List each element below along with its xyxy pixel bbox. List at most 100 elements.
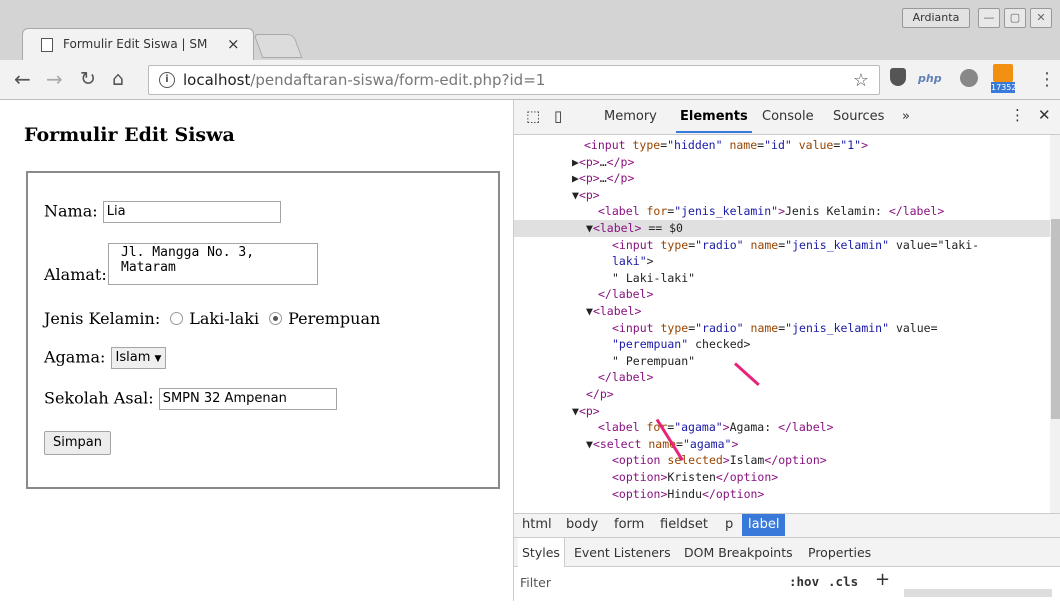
sekolah-row: Sekolah Asal: SMPN 32 Ampenan — [44, 388, 337, 410]
dom-line[interactable]: <label for="jenis_kelamin">Jenis Kelamin… — [514, 203, 1050, 220]
dom-line[interactable]: ▼<label> == $0 — [514, 220, 1050, 237]
crumb-form[interactable]: form — [614, 517, 644, 532]
simpan-button[interactable]: Simpan — [44, 431, 111, 455]
page-viewport: Formulir Edit Siswa Nama: Lia Alamat: Jl… — [10, 100, 513, 601]
dom-line[interactable]: ▼<label> — [514, 303, 1050, 320]
dom-line[interactable]: ▼<p> — [514, 403, 1050, 420]
window-titlebar: Formulir Edit Siswa | SM × Ardianta — ▢ … — [0, 0, 1060, 61]
maximize-icon[interactable]: ▢ — [1004, 8, 1026, 28]
subtab-properties[interactable]: Properties — [808, 545, 871, 560]
device-toolbar-icon[interactable]: ▯ — [554, 107, 562, 125]
dom-line[interactable]: <label for="agama">Agama: </label> — [514, 419, 1050, 436]
subtab-dom-breakpoints[interactable]: DOM Breakpoints — [684, 545, 793, 560]
forward-icon[interactable]: → — [46, 68, 63, 90]
php-extension-icon[interactable]: php — [918, 72, 942, 85]
dom-line[interactable]: " Laki-laki" — [514, 270, 1050, 287]
breadcrumb: html body form fieldset p label — [514, 513, 1060, 537]
jenis-kelamin-row: Jenis Kelamin: Laki-laki Perempuan — [44, 309, 380, 328]
tab-elements[interactable]: Elements — [676, 109, 752, 133]
back-icon[interactable]: ← — [14, 68, 31, 90]
filter-input[interactable]: Filter — [520, 575, 551, 590]
profile-button[interactable]: Ardianta — [902, 8, 970, 28]
dom-line[interactable]: </label> — [514, 286, 1050, 303]
tab-console[interactable]: Console — [762, 109, 814, 124]
laki-laki-label: Laki-laki — [189, 309, 260, 328]
cls-toggle[interactable]: .cls — [828, 574, 858, 589]
crumb-body[interactable]: body — [566, 517, 598, 532]
url-text[interactable]: localhost/pendaftaran-siswa/form-edit.ph… — [183, 71, 545, 89]
crumb-p[interactable]: p — [725, 517, 733, 532]
close-tab-icon[interactable]: × — [227, 34, 240, 54]
crumb-label[interactable]: label — [742, 514, 786, 536]
inspect-element-icon[interactable]: ⬚ — [526, 107, 540, 125]
url-host: localhost — [183, 71, 251, 89]
dropdown-arrow-icon: ▼ — [154, 354, 162, 364]
nama-row: Nama: Lia — [44, 201, 281, 223]
horizontal-scrollbar[interactable] — [904, 589, 1052, 597]
dom-line[interactable]: <input type="hidden" name="id" value="1"… — [514, 137, 1050, 154]
perempuan-label: Perempuan — [288, 309, 381, 328]
submit-row: Simpan — [44, 431, 111, 455]
radio-perempuan[interactable] — [269, 312, 283, 325]
scrollbar-thumb[interactable] — [1051, 219, 1060, 419]
alamat-textarea[interactable]: Jl. Mangga No. 3, Mataram — [108, 243, 318, 285]
sekolah-input[interactable]: SMPN 32 Ampenan — [158, 388, 337, 410]
nama-input[interactable]: Lia — [102, 201, 281, 223]
dom-line[interactable]: ▶<p>…</p> — [514, 154, 1050, 171]
agama-row: Agama: Islam ▼ — [44, 347, 167, 369]
new-tab-button[interactable] — [253, 34, 303, 58]
dom-line[interactable]: laki"> — [514, 253, 1050, 270]
address-bar[interactable]: i localhost/pendaftaran-siswa/form-edit.… — [148, 65, 880, 95]
dom-line[interactable]: <input type="radio" name="jenis_kelamin"… — [514, 237, 1050, 254]
agama-selected-value: Islam — [115, 350, 151, 365]
extension-icon[interactable] — [960, 69, 978, 87]
crumb-fieldset[interactable]: fieldset — [660, 517, 708, 532]
tab-memory[interactable]: Memory — [604, 109, 657, 124]
devtools-menu-icon[interactable]: ⋮ — [1010, 106, 1025, 124]
url-path: /pendaftaran-siswa/form-edit.php?id=1 — [250, 71, 546, 89]
dom-line[interactable]: ▼<select name="agama"> — [514, 436, 1050, 453]
sekolah-label: Sekolah Asal: — [44, 388, 154, 408]
tab-sources[interactable]: Sources — [833, 109, 884, 124]
agama-label: Agama: — [44, 347, 106, 367]
devtools-tabbar: ⬚ ▯ Memory Elements Console Sources » ⋮ … — [514, 100, 1060, 135]
dom-line[interactable]: "perempuan" checked> — [514, 336, 1050, 353]
devtools-panel: ⬚ ▯ Memory Elements Console Sources » ⋮ … — [513, 100, 1060, 601]
browser-tab[interactable]: Formulir Edit Siswa | SM × — [22, 28, 254, 61]
rss-icon[interactable]: 17352 — [991, 64, 1017, 94]
form-fieldset: Nama: Lia Alamat: Jl. Mangga No. 3, Mata… — [26, 171, 500, 489]
minimize-icon[interactable]: — — [978, 8, 1000, 28]
dom-line[interactable]: </p> — [514, 386, 1050, 403]
home-icon[interactable]: ⌂ — [112, 68, 124, 90]
page-icon — [41, 38, 53, 52]
dom-line[interactable]: </label> — [514, 369, 1050, 386]
close-window-icon[interactable]: ✕ — [1030, 8, 1052, 28]
dom-line[interactable]: " Perempuan" — [514, 353, 1050, 370]
more-tabs-button[interactable]: » — [902, 109, 910, 124]
subtab-event-listeners[interactable]: Event Listeners — [574, 545, 671, 560]
browser-toolbar: ← → ↻ ⌂ i localhost/pendaftaran-siswa/fo… — [0, 60, 1060, 100]
add-style-rule-icon[interactable]: + — [875, 569, 890, 590]
subtab-styles[interactable]: Styles — [518, 538, 565, 568]
hov-toggle[interactable]: :hov — [789, 574, 819, 589]
dom-line[interactable]: <option>Hindu</option> — [514, 486, 1050, 503]
nama-label: Nama: — [44, 201, 98, 221]
dom-scrollbar[interactable] — [1050, 135, 1060, 513]
devtools-close-icon[interactable]: ✕ — [1038, 106, 1051, 124]
dom-line[interactable]: ▶<p>…</p> — [514, 170, 1050, 187]
tab-title: Formulir Edit Siswa | SM — [63, 37, 208, 51]
menu-icon[interactable]: ⋮ — [1038, 69, 1056, 91]
reload-icon[interactable]: ↻ — [80, 68, 96, 90]
dom-line[interactable]: ▼<p> — [514, 187, 1050, 204]
rss-count-badge: 17352 — [991, 82, 1017, 93]
crumb-html[interactable]: html — [522, 517, 552, 532]
info-icon[interactable]: i — [159, 72, 175, 88]
bookmark-star-icon[interactable]: ☆ — [853, 70, 869, 91]
rss-icon-square — [993, 64, 1013, 82]
pocket-icon[interactable] — [890, 68, 906, 86]
dom-line[interactable]: <option>Kristen</option> — [514, 469, 1050, 486]
dom-line[interactable]: <option selected>Islam</option> — [514, 452, 1050, 469]
dom-line[interactable]: <input type="radio" name="jenis_kelamin"… — [514, 320, 1050, 337]
radio-laki-laki[interactable] — [170, 312, 184, 325]
agama-select[interactable]: Islam ▼ — [110, 347, 167, 369]
